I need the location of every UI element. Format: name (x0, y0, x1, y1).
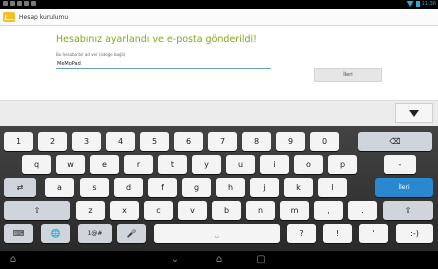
key-i[interactable]: i (260, 155, 289, 174)
key-e[interactable]: e (90, 155, 119, 174)
key-p[interactable]: p (328, 155, 357, 174)
collapse-keyboard-button[interactable] (395, 103, 433, 123)
key-f[interactable]: f (148, 178, 177, 197)
shift-key-left[interactable]: ⇧ (4, 201, 70, 220)
key-3[interactable]: 3 (72, 132, 101, 151)
key-o[interactable]: o (294, 155, 323, 174)
key-k[interactable]: k (284, 178, 313, 197)
key-m[interactable]: m (280, 201, 309, 220)
key-9[interactable]: 9 (276, 132, 305, 151)
account-name-label: Bu hesaba bir ad ver (isteğe bağlı) (56, 52, 126, 57)
screenshot-icon[interactable]: ⌂ (6, 254, 20, 266)
key-y[interactable]: y (192, 155, 221, 174)
key-j[interactable]: j (250, 178, 279, 197)
key-s[interactable]: s (80, 178, 109, 197)
app-title: Hesap kurulumu (19, 14, 69, 21)
soft-keyboard: 1 2 3 4 5 6 7 8 9 0 ⌫ q w e r t y u i o … (0, 126, 438, 251)
collapse-keyboard-icon (409, 109, 419, 117)
download-icon (24, 1, 29, 6)
status-time: 11:36 (421, 1, 436, 7)
key-n[interactable]: n (246, 201, 275, 220)
back-icon[interactable]: ⌄ (168, 254, 182, 266)
navigation-bar: ⌂ ⌄ ⌂ ▢ (0, 251, 438, 269)
action-bar: Hesap kurulumu (0, 9, 438, 26)
keyboard-toolbar (0, 100, 438, 126)
key-hyphen[interactable]: - (384, 155, 416, 174)
key-h[interactable]: h (216, 178, 245, 197)
space-key[interactable]: ⎵ (154, 224, 280, 243)
account-name-field[interactable] (56, 59, 271, 69)
backspace-key[interactable]: ⌫ (358, 132, 432, 151)
status-bar: 11:36 (0, 0, 438, 9)
key-c[interactable]: c (144, 201, 173, 220)
key-apostrophe[interactable]: ' (359, 224, 388, 243)
key-r[interactable]: r (124, 155, 153, 174)
keyboard-settings-key[interactable]: ⌨ (4, 224, 33, 243)
key-2[interactable]: 2 (38, 132, 67, 151)
symbols-key[interactable]: 1@# (78, 224, 112, 243)
key-8[interactable]: 8 (242, 132, 271, 151)
next-key[interactable]: İleri (375, 178, 433, 197)
key-4[interactable]: 4 (106, 132, 135, 151)
status-icons (3, 1, 36, 6)
key-z[interactable]: z (76, 201, 105, 220)
tab-key[interactable]: ⇄ (4, 178, 36, 197)
mail-setup-icon (3, 12, 15, 22)
key-comma[interactable]: , (314, 201, 343, 220)
key-t[interactable]: t (158, 155, 187, 174)
key-question[interactable]: ? (287, 224, 316, 243)
key-0[interactable]: 0 (310, 132, 339, 151)
success-heading: Hesabınız ayarlandı ve e-posta gönderild… (56, 34, 257, 45)
shift-key-right[interactable]: ⇧ (383, 201, 433, 220)
key-u[interactable]: u (226, 155, 255, 174)
status-right: 11:36 (406, 0, 436, 8)
key-d[interactable]: d (114, 178, 143, 197)
key-5[interactable]: 5 (140, 132, 169, 151)
key-7[interactable]: 7 (208, 132, 237, 151)
notification-icon (10, 1, 15, 6)
key-q[interactable]: q (22, 155, 51, 174)
key-g[interactable]: g (182, 178, 211, 197)
screen: 11:36 Hesap kurulumu Hesabınız ayarlandı… (0, 0, 438, 269)
key-6[interactable]: 6 (174, 132, 203, 151)
mail-icon (17, 1, 22, 6)
key-b[interactable]: b (212, 201, 241, 220)
emoticon-key[interactable]: :-) (396, 224, 433, 243)
lock-icon (31, 1, 36, 6)
battery-icon (415, 1, 420, 7)
key-w[interactable]: w (56, 155, 85, 174)
home-icon[interactable]: ⌂ (212, 254, 226, 266)
key-x[interactable]: x (110, 201, 139, 220)
key-period[interactable]: . (348, 201, 377, 220)
key-a[interactable]: a (45, 178, 74, 197)
account-setup-content: Hesabınız ayarlandı ve e-posta gönderild… (0, 26, 438, 100)
voice-input-key[interactable]: 🎤 (117, 224, 146, 243)
key-1[interactable]: 1 (4, 132, 33, 151)
language-key[interactable]: 🌐 (41, 224, 70, 243)
key-exclamation[interactable]: ! (323, 224, 352, 243)
key-v[interactable]: v (178, 201, 207, 220)
next-button[interactable]: İleri (314, 68, 382, 82)
key-l[interactable]: l (318, 178, 347, 197)
usb-icon (3, 1, 8, 6)
wifi-icon (406, 1, 414, 7)
recents-icon[interactable]: ▢ (254, 254, 268, 266)
